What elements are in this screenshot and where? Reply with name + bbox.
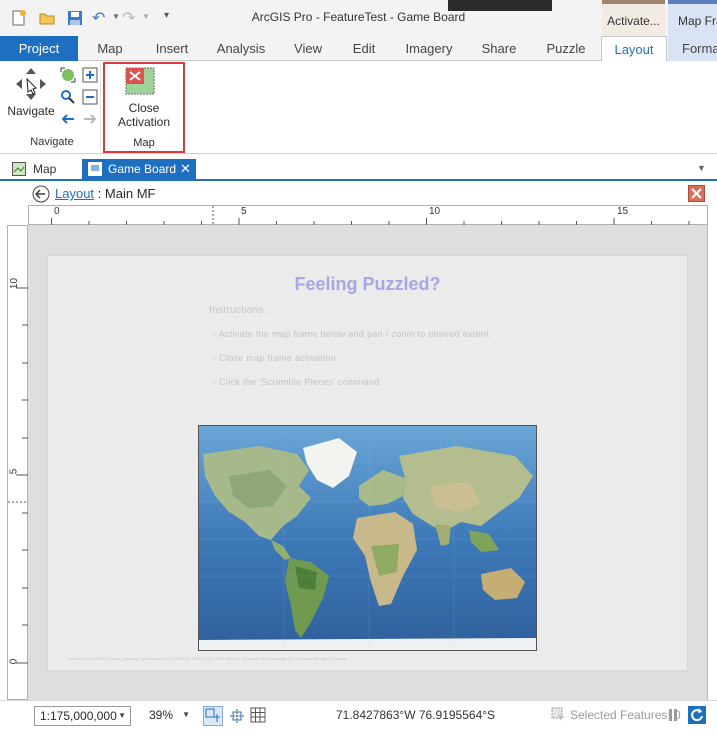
instruction-item[interactable]: - Close map frame activation [213,353,336,363]
map-group-label: Map [133,137,155,149]
scale-combo[interactable]: 1:175,000,000 ▼ [34,706,131,726]
ruler-label: 10 [9,277,21,290]
map-frame[interactable] [198,425,537,651]
breadcrumb: Layout : Main MF [55,186,155,201]
zoom-combo[interactable]: 39% ▼ [144,706,194,726]
new-project-icon[interactable] [10,9,28,27]
horizontal-ruler: 0 5 10 15 [28,205,708,226]
fixed-zoom-in-icon[interactable] [82,67,98,83]
context-tab-activate-label: Activate... [607,14,660,28]
back-arrow-icon[interactable] [32,185,50,203]
map-view-icon [12,162,26,176]
tab-edit[interactable]: Edit [340,36,388,61]
tab-analysis[interactable]: Analysis [208,36,274,61]
doc-tab-map-label: Map [33,162,57,176]
undo-icon[interactable]: ↶ [92,8,105,28]
ruler-label: 0 [8,658,20,665]
navigate-label: Navigate [7,104,55,118]
full-extent-icon[interactable] [60,67,76,83]
redo-dropdown-icon[interactable]: ▼ [142,12,150,21]
tab-puzzle[interactable]: Puzzle [536,36,596,61]
tab-project[interactable]: Project [0,36,78,61]
close-icon [691,188,702,199]
ribbon-tabs: Project Map Insert Analysis View Edit Im… [0,36,717,62]
horizontal-ruler-ticks [51,206,690,226]
tab-overflow-icon[interactable]: ▼ [697,163,706,173]
layout-page[interactable]: Feeling Puzzled? Instructions: - Activat… [48,256,687,670]
tab-share[interactable]: Share [470,36,528,61]
vertical-ruler: 10 5 0 [7,225,29,700]
guides-icon[interactable] [228,707,246,725]
open-project-icon[interactable] [38,9,56,27]
grid-snap-icon [205,708,220,722]
status-bar: 1:175,000,000 ▼ 39% ▼ 71.8427863°W 76.91… [0,700,717,736]
selection-icon [551,707,565,721]
ruler-label: 0 [54,206,60,217]
grid-icon[interactable] [250,707,266,723]
world-map-image [199,426,536,650]
layout-canvas[interactable]: Feeling Puzzled? Instructions: - Activat… [28,225,708,700]
document-tabs: Map Game Board ✕ ▼ [0,157,717,181]
zoom-value: 39% [149,708,174,722]
context-tab-map-frame-label: Map Fra [678,14,717,28]
previous-extent-icon[interactable] [60,111,76,127]
chevron-down-icon: ▼ [182,710,190,719]
instructions-heading[interactable]: Instructions: [209,305,267,316]
ruler-label: 5 [241,206,247,217]
title-bar: ↶ ▼ ↷ ▼ ▾ ArcGIS Pro - FeatureTest - Gam… [0,0,717,60]
breadcrumb-layout-link[interactable]: Layout [55,186,94,201]
tab-map[interactable]: Map [86,36,134,61]
ruler-label: 15 [617,206,629,217]
navigate-group-label: Navigate [30,136,74,148]
vertical-ruler-ticks [8,287,29,664]
redo-icon[interactable]: ↷ [122,8,135,28]
snapping-button[interactable] [203,706,223,726]
navigate-button[interactable]: Navigate [4,65,58,125]
zoom-to-selected-icon[interactable] [60,89,76,105]
tab-view[interactable]: View [284,36,332,61]
tab-format[interactable]: Forma [668,36,717,61]
tab-insert[interactable]: Insert [144,36,200,61]
close-tab-icon[interactable]: ✕ [180,159,191,179]
scale-value: 1:175,000,000 [40,709,117,723]
instruction-item[interactable]: - Click the 'Scramble Pieces' command [213,377,380,387]
ribbon: Navigate Navigate Close Activation Map [0,61,717,154]
chevron-down-icon: ▼ [118,711,126,720]
fixed-zoom-out-icon[interactable] [82,89,98,105]
tab-imagery[interactable]: Imagery [398,36,460,61]
close-activation-x-button[interactable] [688,185,705,202]
next-extent-icon[interactable] [82,111,98,127]
ruler-label: 5 [8,468,20,475]
doc-tab-map[interactable]: Map [8,159,78,179]
breadcrumb-separator: : [97,186,102,201]
customize-qat-icon[interactable]: ▾ [164,10,169,21]
close-activation-label-line1: Close [128,101,160,115]
layout-header: Layout : Main MF [0,181,717,205]
breadcrumb-current: Main MF [104,186,156,201]
close-activation-icon [125,67,155,95]
layout-view-icon [88,162,102,176]
tab-layout[interactable]: Layout [601,36,667,62]
pause-drawing-icon[interactable] [665,706,681,724]
navigate-icon [16,68,46,100]
undo-dropdown-icon[interactable]: ▼ [112,12,120,21]
group-divider [100,65,101,149]
close-activation-label-line2: Activation [117,115,171,129]
map-credit-text: Sources: Esri, HERE, Garmin, Intermap, i… [68,656,348,661]
ruler-label: 10 [429,206,441,217]
doc-tab-game-board[interactable]: Game Board ✕ [82,159,196,179]
close-activation-button[interactable]: Close Activation Map [103,62,185,153]
doc-tab-game-board-label: Game Board [108,162,177,176]
page-title[interactable]: Feeling Puzzled? [48,274,687,295]
coordinates-readout: 71.8427863°W 76.9195564°S [336,708,496,722]
save-icon[interactable] [66,9,84,27]
refresh-icon[interactable] [688,706,706,724]
instruction-item[interactable]: - Activate the map frame below and pan /… [213,329,489,339]
title-overlay [448,0,552,11]
